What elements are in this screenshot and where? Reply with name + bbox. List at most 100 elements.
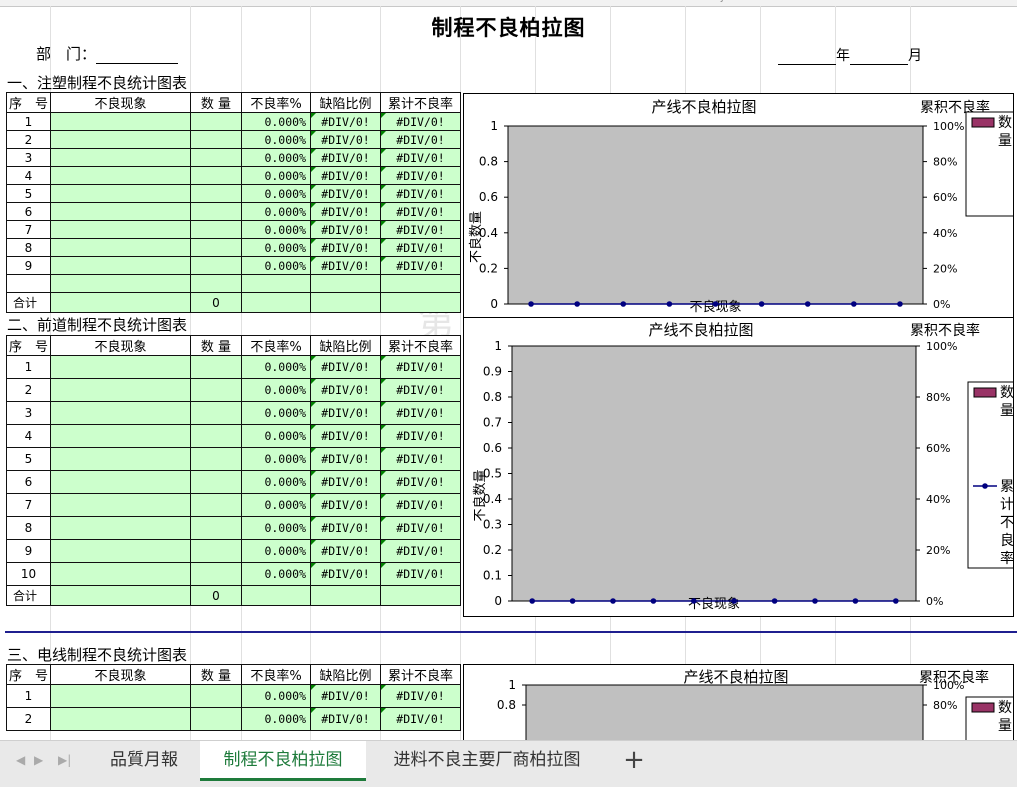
header-rate[interactable]: 不良率% [241, 664, 311, 685]
header-qty[interactable]: 数 量 [190, 92, 242, 113]
row-index-cell[interactable]: 10 [6, 562, 51, 586]
ratio-cell[interactable]: #DIV/0! [310, 539, 381, 563]
defect-name-cell[interactable] [50, 401, 191, 425]
ratio-cell[interactable]: #DIV/0! [310, 684, 381, 708]
qty-cell[interactable] [190, 424, 242, 448]
rate-cell[interactable]: 0.000% [241, 202, 311, 221]
last-sheet-icon[interactable]: ▶| [58, 753, 71, 767]
qty-cell[interactable] [190, 707, 242, 731]
qty-cell[interactable] [190, 130, 242, 149]
defect-name-cell[interactable] [50, 684, 191, 708]
ratio-cell[interactable]: #DIV/0! [310, 202, 381, 221]
defect-name-cell[interactable] [50, 148, 191, 167]
ratio-cell[interactable]: #DIV/0! [310, 256, 381, 275]
row-index-cell[interactable]: 4 [6, 166, 51, 185]
qty-cell[interactable] [190, 220, 242, 239]
qty-cell[interactable] [190, 112, 242, 131]
row-index-cell[interactable]: 3 [6, 401, 51, 425]
header-qty[interactable]: 数 量 [190, 335, 242, 356]
column-letter[interactable]: F [418, 0, 423, 3]
qty-cell[interactable] [190, 493, 242, 517]
defect-name-cell[interactable] [50, 447, 191, 471]
header-cum-rate[interactable]: 累计不良率 [380, 335, 461, 356]
cum-rate-cell[interactable]: #DIV/0! [380, 184, 461, 203]
row-index-cell[interactable]: 1 [6, 355, 51, 379]
cum-rate-cell[interactable]: #DIV/0! [380, 166, 461, 185]
defect-name-cell[interactable] [50, 707, 191, 731]
row-index-cell[interactable]: 4 [6, 424, 51, 448]
qty-cell[interactable] [190, 238, 242, 257]
rate-cell[interactable]: 0.000% [241, 424, 311, 448]
row-index-cell[interactable]: 6 [6, 202, 51, 221]
row-index-cell[interactable]: 8 [6, 238, 51, 257]
column-letter[interactable]: M [963, 0, 971, 3]
chart-legend[interactable]: 数量 [965, 111, 1014, 217]
ratio-cell[interactable]: #DIV/0! [310, 493, 381, 517]
qty-cell[interactable] [190, 355, 242, 379]
cum-rate-cell[interactable]: #DIV/0! [380, 355, 461, 379]
rate-cell[interactable]: 0.000% [241, 539, 311, 563]
rate-cell[interactable]: 0.000% [241, 130, 311, 149]
qty-cell[interactable] [190, 401, 242, 425]
defect-name-cell[interactable] [50, 238, 191, 257]
total-empty-cell[interactable] [380, 585, 461, 606]
total-label[interactable]: 合计 [6, 585, 51, 606]
header-ratio[interactable]: 缺陷比例 [310, 92, 381, 113]
defect-name-cell[interactable] [50, 184, 191, 203]
ratio-cell[interactable]: #DIV/0! [310, 112, 381, 131]
rate-cell[interactable]: 0.000% [241, 516, 311, 540]
cum-rate-cell[interactable]: #DIV/0! [380, 256, 461, 275]
cumulative-point[interactable] [574, 301, 580, 307]
cum-rate-cell[interactable]: #DIV/0! [380, 424, 461, 448]
pareto-chart[interactable]: 产线不良柏拉图 累积不良率 0.8 1 80% 100% 数量 [463, 664, 1014, 740]
column-letter[interactable]: I [647, 0, 650, 3]
cum-rate-cell[interactable]: #DIV/0! [380, 401, 461, 425]
qty-cell[interactable] [190, 148, 242, 167]
row-index-cell[interactable] [6, 274, 51, 293]
ratio-cell[interactable]: #DIV/0! [310, 707, 381, 731]
cumulative-point[interactable] [851, 301, 857, 307]
ratio-cell[interactable]: #DIV/0! [310, 562, 381, 586]
cum-rate-cell[interactable]: #DIV/0! [380, 493, 461, 517]
column-letter[interactable]: B [120, 0, 126, 3]
rate-cell[interactable]: 0.000% [241, 238, 311, 257]
cumulative-point[interactable] [771, 598, 778, 604]
header-ratio[interactable]: 缺陷比例 [310, 664, 381, 685]
defect-name-cell[interactable] [50, 562, 191, 586]
total-defect-cell[interactable] [50, 292, 191, 313]
cum-rate-cell[interactable]: #DIV/0! [380, 148, 461, 167]
cumulative-point[interactable] [804, 301, 811, 307]
row-index-cell[interactable]: 7 [6, 220, 51, 239]
ratio-cell[interactable]: #DIV/0! [310, 238, 381, 257]
cum-rate-cell[interactable]: #DIV/0! [380, 202, 461, 221]
first-sheet-icon[interactable]: ◀ [16, 753, 25, 767]
total-empty-cell[interactable] [380, 292, 461, 313]
rate-cell[interactable] [241, 274, 311, 293]
header-rate[interactable]: 不良率% [241, 92, 311, 113]
defect-name-cell[interactable] [50, 202, 191, 221]
cum-rate-cell[interactable]: #DIV/0! [380, 562, 461, 586]
defect-name-cell[interactable] [50, 470, 191, 494]
rate-cell[interactable]: 0.000% [241, 378, 311, 402]
qty-cell[interactable] [190, 516, 242, 540]
header-ratio[interactable]: 缺陷比例 [310, 335, 381, 356]
row-index-cell[interactable]: 2 [6, 378, 51, 402]
month-value[interactable] [850, 48, 908, 65]
cum-rate-cell[interactable]: #DIV/0! [380, 516, 461, 540]
cumulative-point[interactable] [569, 598, 576, 604]
tab-process-defect-pareto[interactable]: 制程不良柏拉图 [200, 741, 366, 781]
cum-rate-cell[interactable]: #DIV/0! [380, 238, 461, 257]
rate-cell[interactable]: 0.000% [241, 256, 311, 275]
row-index-cell[interactable]: 9 [6, 539, 51, 563]
qty-cell[interactable] [190, 562, 242, 586]
ratio-cell[interactable]: #DIV/0! [310, 184, 381, 203]
chart-svg[interactable]: 产线不良柏拉图 累积不良率0.8180%100%数量 [464, 665, 1014, 740]
column-letter[interactable]: C [216, 0, 222, 3]
rate-cell[interactable]: 0.000% [241, 562, 311, 586]
column-letter[interactable]: L [872, 0, 877, 3]
row-index-cell[interactable]: 1 [6, 112, 51, 131]
ratio-cell[interactable]: #DIV/0! [310, 148, 381, 167]
header-seq[interactable]: 序 号 [6, 664, 51, 685]
column-letter[interactable]: A [26, 0, 32, 3]
qty-cell[interactable] [190, 184, 242, 203]
